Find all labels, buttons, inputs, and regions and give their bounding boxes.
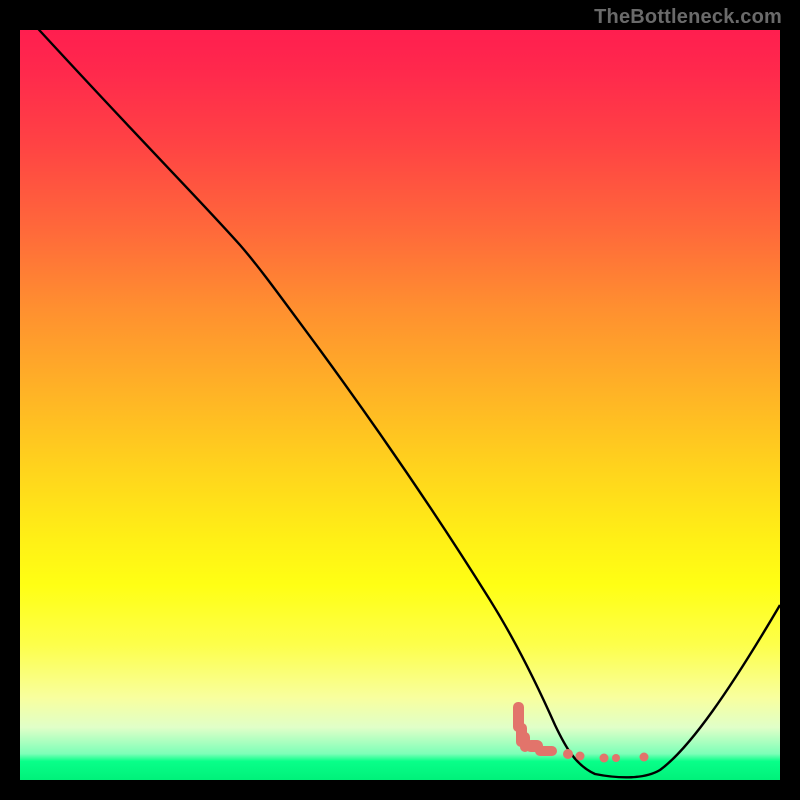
chart-frame (20, 30, 780, 780)
watermark-text: TheBottleneck.com (594, 6, 782, 29)
chart-svg (20, 30, 780, 780)
bottleneck-curve-line (30, 20, 780, 777)
optimal-band-marks (513, 702, 649, 763)
